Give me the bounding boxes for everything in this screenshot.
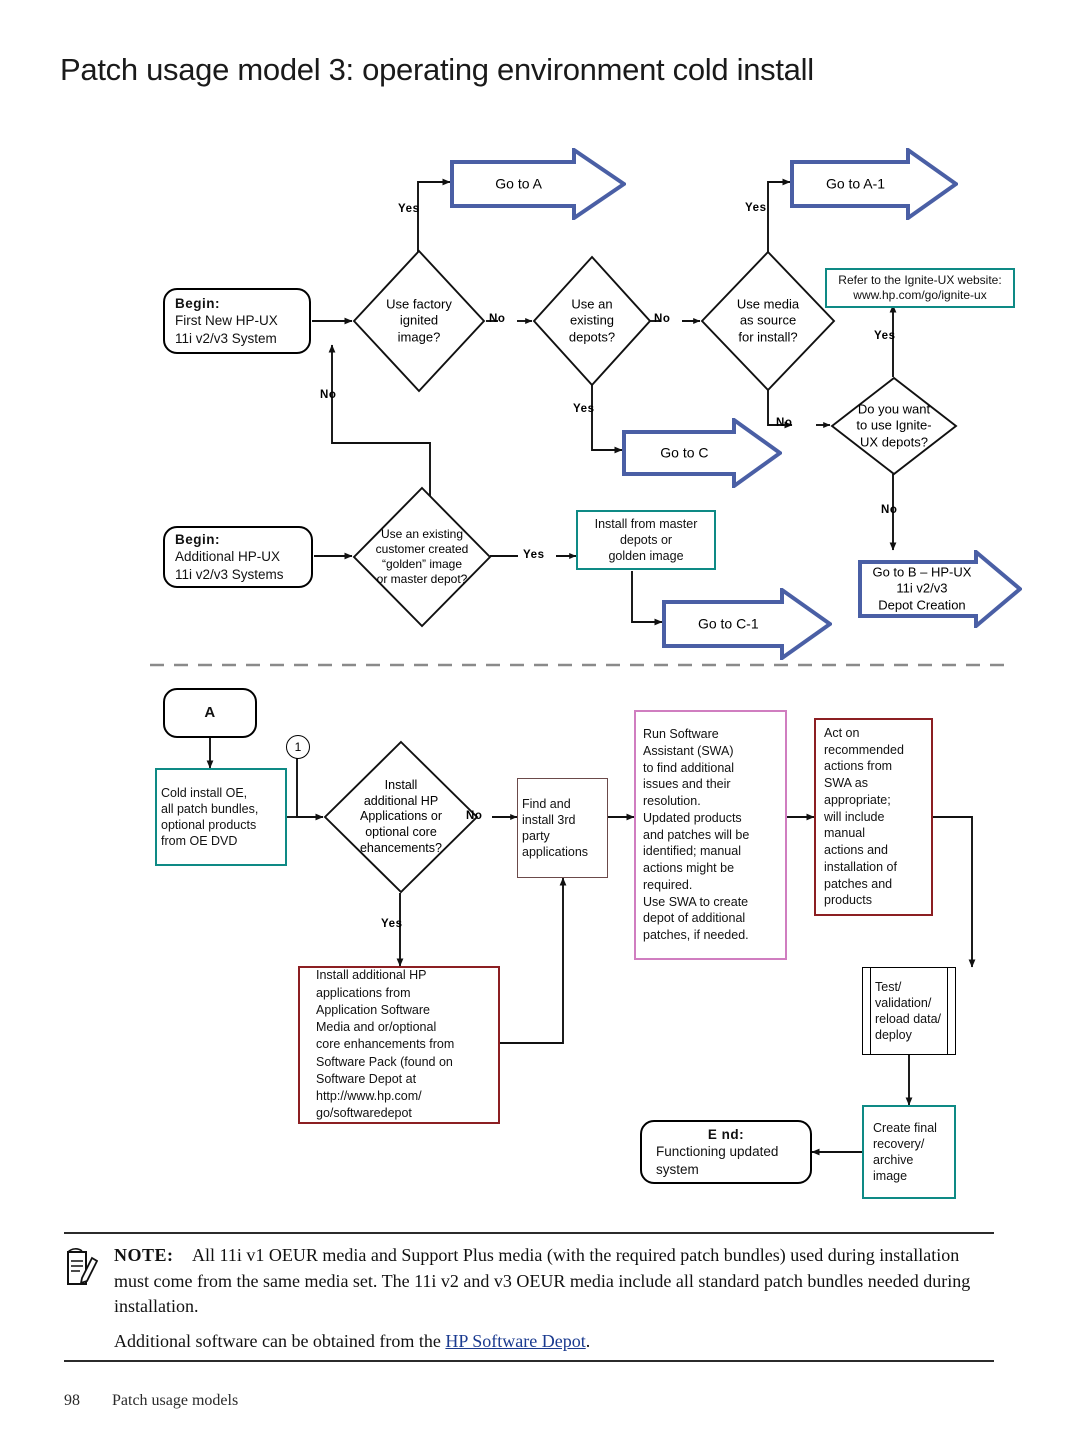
install-from-master-depots-box: Install from master depots or golden image bbox=[576, 510, 716, 570]
goto-a-label: Go to A bbox=[495, 175, 542, 192]
goto-a1-label: Go to A-1 bbox=[825, 175, 886, 192]
cold-install-oe-box: Cold install OE, all patch bundles, option… bbox=[155, 768, 287, 866]
decision-ignite-text: Do you want to use Ignite- UX depots? bbox=[856, 401, 932, 450]
edge-label-ignite-yes: Yes bbox=[874, 330, 896, 342]
act-on-recommended-actions-box: Act on recommended actions from SWA as appro… bbox=[814, 718, 933, 916]
decision-use-media-as-source: Use media as source for install? bbox=[700, 250, 836, 392]
footer-section-title: Patch usage models bbox=[112, 1392, 239, 1409]
decision-use-existing-depots: Use an existing depots? bbox=[532, 255, 652, 387]
decision-factory-text: Use factory ignited image? bbox=[386, 296, 452, 345]
note-label: NOTE: bbox=[114, 1245, 174, 1265]
note-paragraph-2-post: . bbox=[585, 1330, 591, 1351]
edge-label-addhp-no: No bbox=[466, 810, 483, 822]
note-callout: NOTE: All 11i v1 OEUR media and Support … bbox=[64, 1232, 994, 1363]
edge-label-ignite-no: No bbox=[881, 504, 898, 516]
begin-additional-line2: Additional HP-UX bbox=[175, 549, 281, 565]
edge-label-depots-no: No bbox=[654, 313, 671, 325]
install-additional-hp-applications-box: Install additional HP applications from Ap… bbox=[298, 966, 500, 1124]
goto-a1-chevron: Go to A-1 bbox=[790, 148, 958, 220]
goto-a-chevron: Go to A bbox=[450, 148, 626, 220]
edge-label-media-yes: Yes bbox=[745, 202, 767, 214]
decision-use-factory-ignited-image: Use factory ignited image? bbox=[352, 249, 486, 393]
end-terminator: E nd: Functioning updated system bbox=[640, 1120, 812, 1184]
begin-first-line2: First New HP-UX bbox=[175, 313, 278, 329]
edge-label-golden-yes: Yes bbox=[523, 549, 545, 561]
goto-c1-chevron: Go to C-1 bbox=[662, 588, 832, 660]
decision-media-text: Use media as source for install? bbox=[736, 296, 800, 345]
edge-label-factory-yes: Yes bbox=[398, 203, 420, 215]
goto-b-depot-creation-chevron: Go to B – HP-UX 11i v2/v3 Depot Creation bbox=[858, 550, 1022, 628]
goto-c-label: Go to C bbox=[660, 444, 709, 461]
decision-use-existing-golden-image: Use an existing customer created “golden” … bbox=[352, 486, 492, 628]
decision-depots-text: Use an existing depots? bbox=[568, 296, 616, 345]
note-paragraph-1: All 11i v1 OEUR media and Support Plus m… bbox=[114, 1245, 971, 1317]
document-page: Patch usage model 3: operating environme… bbox=[0, 0, 1080, 1438]
edge-label-media-no: No bbox=[776, 417, 793, 429]
note-paragraph-2-pre: Additional software can be obtained from… bbox=[114, 1330, 446, 1351]
end-line3: system bbox=[656, 1161, 699, 1177]
edge-label-factory-no: No bbox=[489, 313, 506, 325]
create-final-recovery-image-box: Create final recovery/archive image bbox=[862, 1105, 956, 1199]
step-number-1-circle: 1 bbox=[286, 735, 310, 759]
hp-software-depot-link[interactable]: HP Software Depot bbox=[445, 1331, 585, 1351]
connector-a-terminator: A bbox=[163, 688, 257, 738]
ignite-ux-website-reference-box: Refer to the Ignite-UX website: www.hp.c… bbox=[825, 268, 1015, 308]
goto-c1-label: Go to C-1 bbox=[697, 615, 759, 632]
begin-first-system-terminator: Begin: First New HP-UX 11i v2/v3 System bbox=[163, 288, 311, 354]
note-pencil-icon bbox=[64, 1243, 104, 1354]
begin-first-line3: 11i v2/v3 System bbox=[175, 330, 277, 346]
page-footer: 98 Patch usage models bbox=[64, 1392, 238, 1410]
find-install-3rd-party-box: Find and install 3rd party applications bbox=[517, 778, 608, 878]
end-line2: Functioning updated bbox=[656, 1144, 779, 1160]
step-number-1-label: 1 bbox=[294, 740, 302, 754]
footer-page-number: 98 bbox=[64, 1392, 80, 1409]
edge-label-addhp-yes: Yes bbox=[381, 918, 403, 930]
decision-golden-text: Use an existing customer created “golden” … bbox=[375, 527, 469, 586]
edge-label-golden-no: No bbox=[320, 389, 337, 401]
run-software-assistant-box: Run Software Assistant (SWA) to find addit… bbox=[634, 710, 787, 960]
begin-first-label: Begin: bbox=[175, 296, 220, 312]
goto-c-chevron: Go to C bbox=[622, 418, 782, 488]
ignite-ref-line2: www.hp.com/go/ignite-ux bbox=[853, 288, 987, 302]
ignite-ref-line1: Refer to the Ignite-UX website: bbox=[838, 272, 1002, 287]
begin-additional-line3: 11i v2/v3 Systems bbox=[175, 566, 284, 582]
begin-additional-systems-terminator: Begin: Additional HP-UX 11i v2/v3 System… bbox=[163, 526, 313, 588]
decision-use-ignite-ux-depots: Do you want to use Ignite- UX depots? bbox=[830, 376, 958, 476]
page-title: Patch usage model 3: operating environme… bbox=[60, 52, 814, 87]
edge-label-depots-yes: Yes bbox=[573, 403, 595, 415]
decision-addhp-text: Install additional HP Applications or optio… bbox=[359, 777, 442, 855]
connector-a-label: A bbox=[204, 704, 216, 722]
goto-b-label: Go to B – HP-UX 11i v2/v3 Depot Creation bbox=[872, 564, 972, 613]
decision-install-additional-hp-apps: Install additional HP Applications or optio… bbox=[323, 740, 479, 894]
end-label: E nd: bbox=[707, 1127, 745, 1143]
begin-additional-label: Begin: bbox=[175, 532, 220, 548]
note-bottom-rule bbox=[64, 1360, 994, 1363]
test-validation-predefined-process: Test/validation/reload data/deploy bbox=[862, 967, 956, 1055]
